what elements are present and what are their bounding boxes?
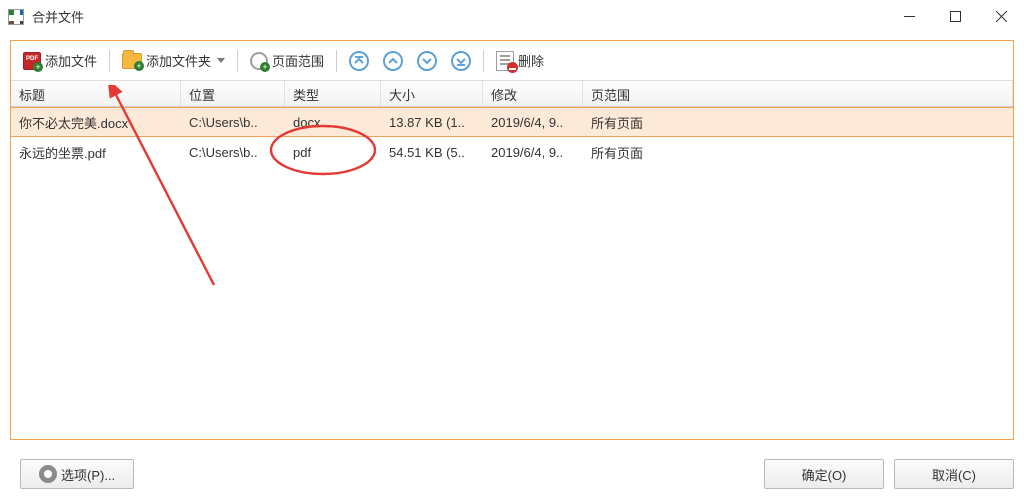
ok-button[interactable]: 确定(O) xyxy=(764,459,884,489)
move-top-button[interactable] xyxy=(343,47,375,75)
options-label: 选项(P)... xyxy=(61,465,115,484)
app-icon xyxy=(8,9,24,25)
delete-icon xyxy=(496,51,514,71)
add-folder-label: 添加文件夹 xyxy=(146,51,211,70)
add-file-label: 添加文件 xyxy=(45,51,97,70)
options-button[interactable]: 选项(P)... xyxy=(20,459,134,489)
maximize-button[interactable] xyxy=(932,2,978,32)
toolbar-separator xyxy=(237,50,238,72)
page-range-label: 页面范围 xyxy=(272,51,324,70)
dropdown-caret-icon xyxy=(217,58,225,63)
cell-modified: 2019/6/4, 9.. xyxy=(483,115,583,130)
move-top-icon xyxy=(349,51,369,71)
add-folder-icon xyxy=(122,53,142,69)
gear-icon xyxy=(39,465,57,483)
toolbar-separator xyxy=(483,50,484,72)
col-header-size[interactable]: 大小 xyxy=(381,81,483,106)
cell-type: docx xyxy=(285,115,381,130)
add-file-button[interactable]: 添加文件 xyxy=(17,47,103,75)
ok-label: 确定(O) xyxy=(802,465,847,484)
cell-location: C:\Users\b.. xyxy=(181,115,285,130)
move-bottom-button[interactable] xyxy=(445,47,477,75)
toolbar: 添加文件 添加文件夹 页面范围 xyxy=(11,41,1013,81)
col-header-modified[interactable]: 修改 xyxy=(483,81,583,106)
col-header-title[interactable]: 标题 xyxy=(11,81,181,106)
cell-title: 永远的坐票.pdf xyxy=(11,143,181,162)
footer: 选项(P)... 确定(O) 取消(C) xyxy=(10,459,1014,489)
add-folder-button[interactable]: 添加文件夹 xyxy=(116,47,231,75)
cell-location: C:\Users\b.. xyxy=(181,145,285,160)
col-header-location[interactable]: 位置 xyxy=(181,81,285,106)
file-row[interactable]: 永远的坐票.pdf C:\Users\b.. pdf 54.51 KB (5..… xyxy=(11,137,1013,167)
add-file-icon xyxy=(23,52,41,70)
cell-type: pdf xyxy=(285,145,381,160)
delete-label: 删除 xyxy=(518,51,544,70)
cell-size: 54.51 KB (5.. xyxy=(381,145,483,160)
column-headers: 标题 位置 类型 大小 修改 页范围 xyxy=(11,81,1013,107)
move-down-button[interactable] xyxy=(411,47,443,75)
window-controls xyxy=(886,2,1024,32)
move-down-icon xyxy=(417,51,437,71)
cell-page-range: 所有页面 xyxy=(583,113,1013,132)
minimize-button[interactable] xyxy=(886,2,932,32)
delete-button[interactable]: 删除 xyxy=(490,47,550,75)
page-range-icon xyxy=(250,52,268,70)
close-button[interactable] xyxy=(978,2,1024,32)
titlebar: 合并文件 xyxy=(0,0,1024,34)
window-title: 合并文件 xyxy=(32,7,84,26)
file-list: 你不必太完美.docx C:\Users\b.. docx 13.87 KB (… xyxy=(11,107,1013,439)
cell-title: 你不必太完美.docx xyxy=(11,113,181,132)
col-header-type[interactable]: 类型 xyxy=(285,81,381,106)
page-range-button[interactable]: 页面范围 xyxy=(244,47,330,75)
toolbar-separator xyxy=(109,50,110,72)
cell-size: 13.87 KB (1.. xyxy=(381,115,483,130)
move-up-icon xyxy=(383,51,403,71)
cell-page-range: 所有页面 xyxy=(583,143,1013,162)
cancel-label: 取消(C) xyxy=(932,465,976,484)
main-panel: 添加文件 添加文件夹 页面范围 xyxy=(10,40,1014,440)
cell-modified: 2019/6/4, 9.. xyxy=(483,145,583,160)
toolbar-separator xyxy=(336,50,337,72)
col-header-page-range[interactable]: 页范围 xyxy=(583,81,1013,106)
move-bottom-icon xyxy=(451,51,471,71)
cancel-button[interactable]: 取消(C) xyxy=(894,459,1014,489)
file-row[interactable]: 你不必太完美.docx C:\Users\b.. docx 13.87 KB (… xyxy=(11,107,1013,137)
move-up-button[interactable] xyxy=(377,47,409,75)
